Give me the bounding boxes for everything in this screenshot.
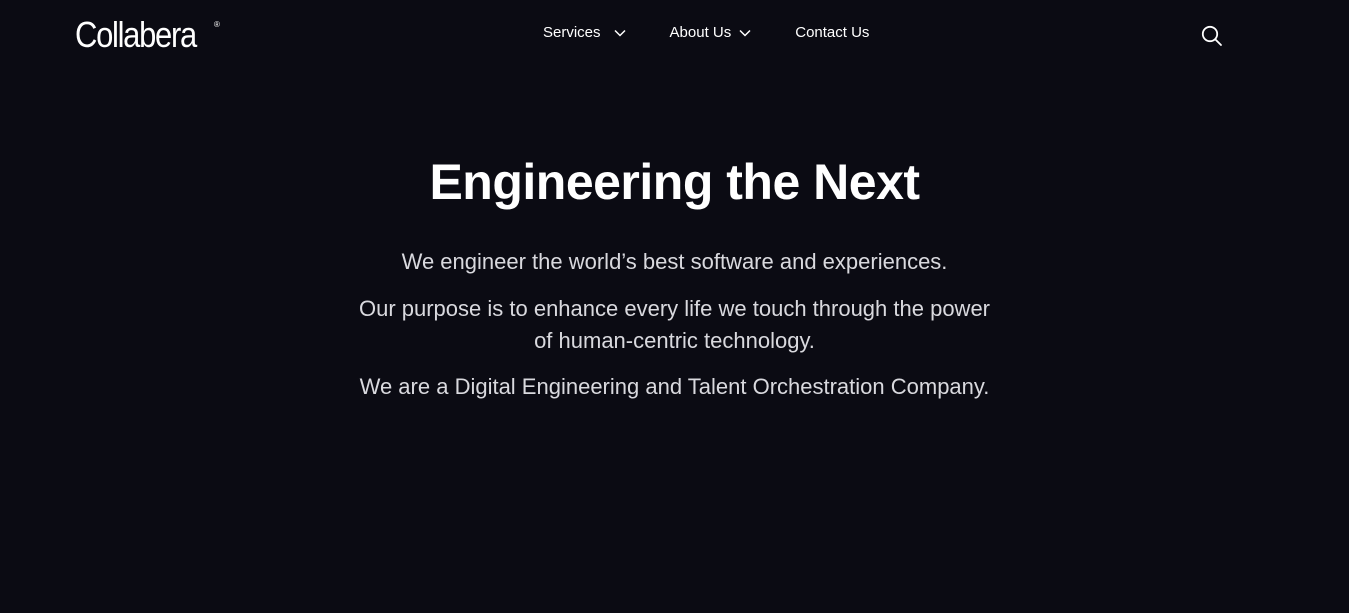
- nav-item-services[interactable]: Services: [543, 22, 627, 44]
- hero-line-1: We engineer the world’s best software an…: [401, 249, 948, 274]
- collabera-logo[interactable]: Collabera ®: [75, 13, 241, 57]
- nav-item-contact-us-label: Contact Us: [795, 24, 870, 41]
- search-button[interactable]: [1200, 24, 1224, 48]
- registered-mark: ®: [214, 20, 220, 29]
- nav-item-about-us-label: About Us: [669, 24, 732, 41]
- hero-line-2: Our purpose is to enhance every life we …: [358, 296, 991, 353]
- nav-item-services-label: Services: [543, 24, 601, 41]
- logo-text: Collabera: [75, 14, 197, 55]
- hero-line-3: We are a Digital Engineering and Talent …: [359, 374, 990, 399]
- nav-item-about-us[interactable]: About Us: [670, 22, 753, 44]
- chevron-down-icon: [614, 29, 626, 37]
- chevron-down-icon: [739, 29, 751, 37]
- site-header: Collabera ® Services About Us Contact Us: [0, 0, 1349, 70]
- main-nav: Services About Us Contact Us: [543, 22, 869, 44]
- hero-title: Engineering the Next: [429, 154, 920, 210]
- search-icon: [1201, 25, 1222, 46]
- nav-item-contact-us[interactable]: Contact Us: [795, 22, 869, 44]
- hero-section: Engineering the Next We engineer the wor…: [0, 150, 1349, 403]
